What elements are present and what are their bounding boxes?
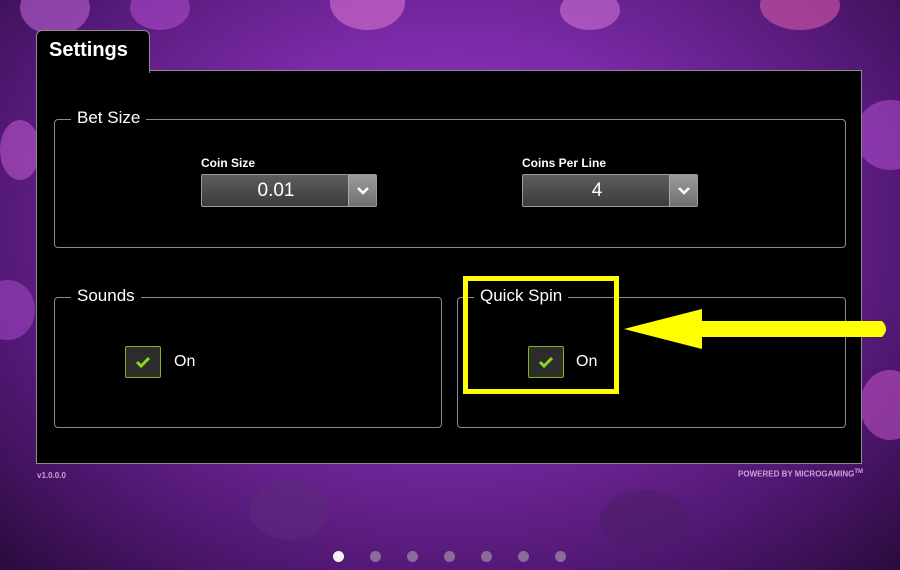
page-dot[interactable] xyxy=(370,551,381,562)
annotation-arrow-icon xyxy=(624,309,886,349)
sounds-on-label: On xyxy=(174,353,196,370)
settings-tab-title: Settings xyxy=(49,39,128,61)
chevron-down-icon[interactable] xyxy=(669,175,697,206)
page-dot[interactable] xyxy=(444,551,455,562)
bet-size-title: Bet Size xyxy=(71,108,147,128)
powered-by-label: POWERED BY MICROGAMINGTM xyxy=(738,469,863,479)
page-dot[interactable] xyxy=(333,551,344,562)
page-dot[interactable] xyxy=(481,551,492,562)
chevron-down-icon[interactable] xyxy=(348,175,376,206)
coins-per-line-value: 4 xyxy=(591,180,603,201)
sounds-group: Sounds On xyxy=(54,286,442,428)
bet-size-group: Bet Size Coin Size 0.01 Coins Per Line 4 xyxy=(54,108,846,248)
page-dot[interactable] xyxy=(555,551,566,562)
coins-per-line-label: Coins Per Line xyxy=(522,156,607,170)
page-indicator xyxy=(333,551,566,562)
sounds-title: Sounds xyxy=(71,286,141,306)
sounds-checkbox[interactable] xyxy=(125,346,161,378)
powered-by-text: POWERED BY MICROGAMING xyxy=(738,469,855,479)
settings-panel: Bet Size Coin Size 0.01 Coins Per Line 4… xyxy=(36,70,862,464)
coin-size-select[interactable]: 0.01 xyxy=(201,174,377,207)
quick-spin-highlight-box xyxy=(463,276,619,394)
settings-tab[interactable]: Settings xyxy=(36,30,150,73)
coin-size-value: 0.01 xyxy=(257,180,295,201)
coin-size-label: Coin Size xyxy=(201,156,256,170)
trademark-mark: TM xyxy=(854,469,863,475)
page-dot[interactable] xyxy=(407,551,418,562)
coins-per-line-select[interactable]: 4 xyxy=(522,174,698,207)
page-dot[interactable] xyxy=(518,551,529,562)
version-label: v1.0.0.0 xyxy=(37,471,66,480)
checkmark-icon xyxy=(135,356,151,368)
